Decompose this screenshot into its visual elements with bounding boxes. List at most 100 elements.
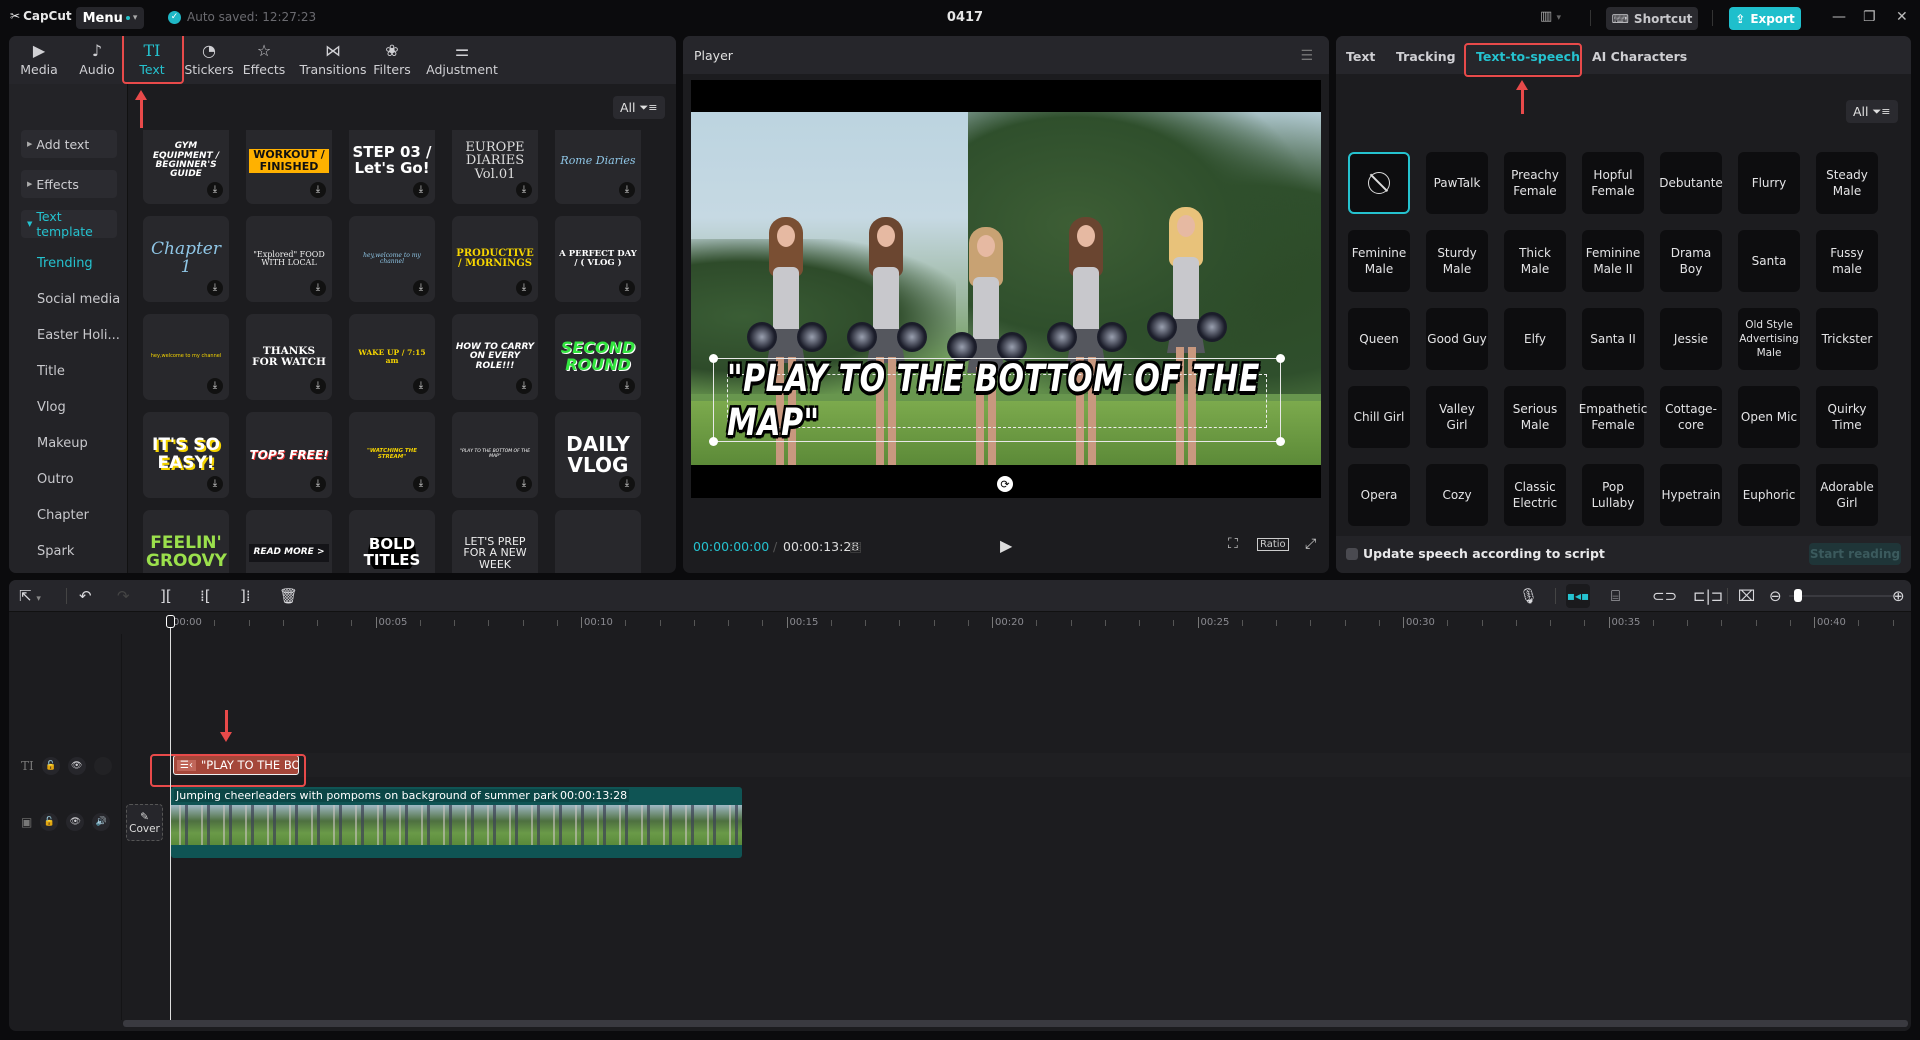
resize-handle[interactable] <box>709 354 718 363</box>
category-outro[interactable]: Outro <box>37 472 74 487</box>
template-card[interactable]: LET'S PREP FOR A NEW WEEK⤓ <box>452 510 538 573</box>
timecode-format-icon[interactable]: ▤ <box>849 539 862 555</box>
zoom-in-button[interactable]: ⊕ <box>1892 587 1905 605</box>
tab-filters[interactable]: ❀ Filters <box>364 40 420 84</box>
voice-option[interactable]: Elfy <box>1504 308 1566 370</box>
template-card[interactable]: "PLAY TO THE BOTTOM OF THE MAP" ⤓ <box>452 412 538 498</box>
lock-button[interactable]: 🔓 <box>40 813 59 831</box>
template-card[interactable]: FEELIN' GROOVY⤓ <box>143 510 229 573</box>
download-icon[interactable]: ⤓ <box>310 182 326 198</box>
template-card[interactable]: READ MORE >⤓ <box>246 510 332 573</box>
caption-text[interactable]: "PLAY TO THE BOTTOM OF THE MAP" <box>727 357 1267 445</box>
template-filter-button[interactable]: All ⏷≡ <box>613 96 665 119</box>
minimize-button[interactable]: — <box>1832 9 1846 25</box>
voice-option[interactable]: Old Style Advertising Male <box>1738 308 1800 370</box>
voice-option[interactable]: Euphoric <box>1738 464 1800 526</box>
voice-option[interactable]: Empathetic Female <box>1579 386 1647 448</box>
download-icon[interactable]: ⤓ <box>413 476 429 492</box>
close-button[interactable]: ✕ <box>1896 9 1908 25</box>
lock-button[interactable]: 🔓 <box>41 757 60 775</box>
download-icon[interactable]: ⤓ <box>310 280 326 296</box>
voice-option[interactable]: Hypetrain <box>1660 464 1722 526</box>
trim-left-button[interactable]: ⁞[ <box>200 587 211 605</box>
template-card[interactable]: TOP5 FREE! ⤓ <box>246 412 332 498</box>
tab-effects[interactable]: ☆ Effects <box>236 40 292 84</box>
voice-option[interactable]: Valley Girl <box>1426 386 1488 448</box>
voice-none[interactable] <box>1348 152 1410 214</box>
tab-transitions[interactable]: ⋈ Transitions <box>298 40 368 84</box>
section-text-template[interactable]: ▼ Text template <box>21 209 117 239</box>
voice-option[interactable]: Feminine Male II <box>1582 230 1644 292</box>
auto-snap-button[interactable]: ⌸ <box>1611 587 1620 605</box>
voice-option[interactable]: Jessie <box>1660 308 1722 370</box>
download-icon[interactable]: ⤓ <box>516 280 532 296</box>
download-icon[interactable]: ⤓ <box>413 182 429 198</box>
category-social-media[interactable]: Social media <box>37 292 120 307</box>
download-icon[interactable]: ⤓ <box>516 476 532 492</box>
template-card[interactable]: WAKE UP / 7:15 am ⤓ <box>349 314 435 400</box>
template-card[interactable]: GYM EQUIPMENT / BEGINNER'S GUIDE ⤓ <box>143 130 229 204</box>
main-track-magnet-button[interactable]: ▪◂▪ <box>1566 584 1590 608</box>
template-card[interactable]: DAILY VLOG ⤓ <box>555 412 641 498</box>
trim-right-button[interactable]: ]⁞ <box>240 587 251 605</box>
voice-option[interactable]: Fussy male <box>1816 230 1878 292</box>
playhead[interactable] <box>170 622 171 1020</box>
template-card[interactable]: BOLD TITLES⤓ <box>349 510 435 573</box>
cover-button[interactable]: ✎ Cover <box>126 804 163 841</box>
playhead-handle[interactable] <box>166 615 175 628</box>
template-card[interactable]: hey,welcome to my channel ⤓ <box>349 216 435 302</box>
template-card[interactable]: A PERFECT DAY / ( VLOG ) ⤓ <box>555 216 641 302</box>
record-voice-button[interactable]: 🎙 <box>1519 587 1538 605</box>
zoom-out-button[interactable]: ⊖ <box>1769 587 1782 605</box>
template-card[interactable]: ⤓ <box>555 510 641 573</box>
download-icon[interactable]: ⤓ <box>516 182 532 198</box>
voice-option[interactable]: Cottage-core <box>1660 386 1722 448</box>
tab-ai-characters[interactable]: AI Characters <box>1592 49 1687 64</box>
update-speech-checkbox[interactable] <box>1346 548 1358 560</box>
video-preview[interactable]: "PLAY TO THE BOTTOM OF THE MAP" ⟳ <box>691 80 1321 498</box>
voice-option[interactable]: Santa II <box>1582 308 1644 370</box>
template-card[interactable]: STEP 03 / Let's Go! ⤓ <box>349 130 435 204</box>
linkage-button[interactable]: ⊂⊃ <box>1652 587 1677 605</box>
split-button[interactable]: ][ <box>160 587 172 605</box>
download-icon[interactable]: ⤓ <box>619 378 635 394</box>
select-tool-button[interactable]: ⇱ ▾ <box>19 587 41 605</box>
template-card[interactable]: Chapter 1 ⤓ <box>143 216 229 302</box>
redo-button[interactable]: ↷ <box>117 587 130 605</box>
menu-button[interactable]: Menu ▾ <box>76 7 144 29</box>
download-icon[interactable]: ⤓ <box>207 182 223 198</box>
section-effects[interactable]: ▶ Effects <box>21 170 117 198</box>
visibility-button[interactable]: 👁 <box>66 813 85 831</box>
voice-option[interactable]: Hopful Female <box>1582 152 1644 214</box>
zoom-fit-button[interactable]: ⛶ <box>1228 536 1238 552</box>
rotate-icon[interactable]: ⟳ <box>997 476 1013 492</box>
voice-option[interactable]: Opera <box>1348 464 1410 526</box>
download-icon[interactable]: ⤓ <box>619 280 635 296</box>
fullscreen-button[interactable]: ⤢ <box>1305 536 1316 552</box>
voice-option[interactable]: Quirky Time <box>1816 386 1878 448</box>
voice-option[interactable]: Preachy Female <box>1504 152 1566 214</box>
shortcut-button[interactable]: ⌨ Shortcut <box>1606 7 1698 30</box>
ratio-button[interactable]: Ratio <box>1257 538 1289 551</box>
download-icon[interactable]: ⤓ <box>619 182 635 198</box>
tab-tracking[interactable]: Tracking <box>1396 49 1456 64</box>
download-icon[interactable]: ⤓ <box>310 476 326 492</box>
tab-adjustment[interactable]: ⚌ Adjustment <box>422 40 502 84</box>
tab-audio[interactable]: ♪ Audio <box>69 40 125 84</box>
download-icon[interactable]: ⤓ <box>207 378 223 394</box>
category-chapter[interactable]: Chapter <box>37 508 89 523</box>
export-button[interactable]: ⇪ Export <box>1729 7 1801 30</box>
download-icon[interactable]: ⤓ <box>207 280 223 296</box>
template-card[interactable]: IT'S SO EASY! ⤓ <box>143 412 229 498</box>
category-makeup[interactable]: Makeup <box>37 436 88 451</box>
download-icon[interactable]: ⤓ <box>413 378 429 394</box>
zoom-to-fit-button[interactable]: ⌧ <box>1738 587 1755 605</box>
voice-filter-button[interactable]: All ⏷≡ <box>1846 100 1898 123</box>
voice-option[interactable]: Adorable Girl <box>1816 464 1878 526</box>
voice-option[interactable]: Chill Girl <box>1348 386 1410 448</box>
template-card[interactable]: "Explored" FOOD WITH LOCAL ⤓ <box>246 216 332 302</box>
download-icon[interactable]: ⤓ <box>310 378 326 394</box>
tab-text-props[interactable]: Text <box>1346 49 1375 64</box>
tab-media[interactable]: ▶︎ Media <box>11 40 67 84</box>
visibility-button[interactable]: 👁 <box>67 757 86 775</box>
